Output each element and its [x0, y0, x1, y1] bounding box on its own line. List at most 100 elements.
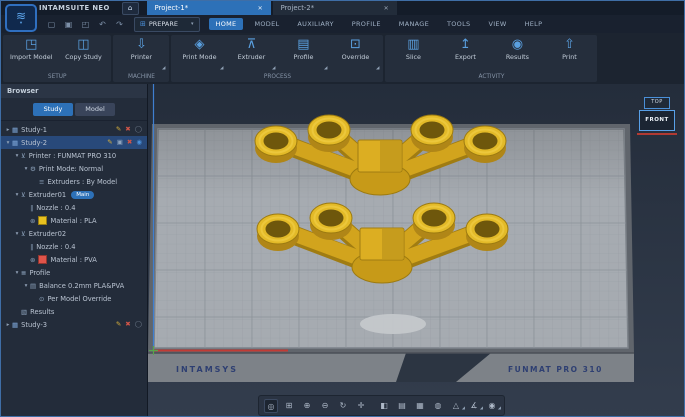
tree-row-profile[interactable]: ▾≣Profile — [1, 266, 147, 279]
home-button[interactable]: ⌂ — [122, 2, 139, 15]
tree-row-balance-0-2mm-pla-pva[interactable]: ▾▤Balance 0.2mm PLA&PVA — [1, 279, 147, 292]
expanded-arrow-icon[interactable]: ▾ — [22, 166, 30, 172]
mode-dropdown[interactable]: ⊞ PREPARE ▾ — [134, 17, 200, 32]
new-file-icon[interactable]: ▢ — [43, 20, 60, 29]
expanded-arrow-icon[interactable]: ▾ — [4, 140, 12, 146]
fit-view-icon[interactable]: ◎ — [264, 399, 278, 413]
tree-row-material-pla[interactable]: ⊛Material : PLA — [1, 214, 147, 227]
menu-item-home[interactable]: HOME — [209, 18, 244, 30]
import-model-button[interactable]: ◳Import Model — [5, 36, 57, 72]
viewport-3d[interactable]: INTAMSYS FUNMAT PRO 310 TOP FRONT — [148, 84, 684, 417]
close-icon[interactable]: ✕ — [258, 5, 263, 12]
tree-row-per-model-override[interactable]: ⊙Per Model Override — [1, 292, 147, 305]
tree-row-results[interactable]: ▧Results — [1, 305, 147, 318]
view-transparent-icon[interactable]: ◍ — [431, 399, 445, 413]
export-button[interactable]: ↥Export — [439, 36, 491, 72]
print-mode-button[interactable]: ◈Print Mode◢ — [173, 36, 225, 72]
view-wireframe-icon[interactable]: ▦ — [413, 399, 427, 413]
open-icon[interactable]: ◰ — [77, 20, 94, 29]
tree-row-print-mode-normal[interactable]: ▾⚙Print Mode: Normal — [1, 162, 147, 175]
menu-item-model[interactable]: MODEL — [247, 18, 286, 30]
trash-icon[interactable]: ✖ — [127, 136, 132, 149]
home-icon: ⌂ — [128, 4, 132, 12]
menu-item-profile[interactable]: PROFILE — [345, 18, 388, 30]
close-icon[interactable]: ✕ — [384, 5, 389, 12]
copy-study-button[interactable]: ◫Copy Study — [57, 36, 109, 72]
tree-row-printer-funmat-pro-310[interactable]: ▾⊻Printer : FUNMAT PRO 310 — [1, 149, 147, 162]
dropdown-caret-icon: ◢ — [462, 401, 465, 415]
slice-button[interactable]: ▥Slice — [387, 36, 439, 72]
tree-row-material-pva[interactable]: ⊛Material : PVA — [1, 253, 147, 266]
tree-row-extruders-by-model[interactable]: ≡Extruders : By Model — [1, 175, 147, 188]
collapsed-arrow-icon[interactable]: ▸ — [4, 322, 12, 328]
pan-view-icon[interactable]: ✛ — [354, 399, 368, 413]
printer-icon: ⇩ — [136, 37, 147, 52]
view-toolbar-group-2: ◧ ▤ ▦ ◍ △◢ ∡◢ ◉◢ — [377, 399, 499, 413]
ribbon-group-label: ACTIVITY — [387, 72, 595, 82]
menu-item-manage[interactable]: MANAGE — [392, 18, 436, 30]
tree-row-study-1[interactable]: ▸▦Study-1✎✖◯ — [1, 123, 147, 136]
redo-icon[interactable]: ↷ — [111, 20, 128, 29]
expanded-arrow-icon[interactable]: ▾ — [22, 283, 30, 289]
menu-item-auxiliary[interactable]: AUXILIARY — [290, 18, 340, 30]
export-icon: ↥ — [460, 37, 471, 52]
project-tab-label: Project-1* — [155, 4, 188, 12]
undo-icon[interactable]: ↶ — [94, 20, 111, 29]
tree-row-study-2[interactable]: ▾▦Study-2✎▣✖◉ — [1, 136, 147, 149]
view-solid-icon[interactable]: ◧ — [377, 399, 391, 413]
override-button[interactable]: ⊡Override◢ — [329, 36, 381, 72]
project-tab-project-1[interactable]: Project-1* ✕ — [147, 1, 271, 15]
expanded-arrow-icon[interactable]: ▾ — [13, 270, 21, 276]
edit-icon[interactable]: ✎ — [116, 318, 121, 331]
view-support-icon[interactable]: △◢ — [449, 399, 463, 413]
tree-row-nozzle-0-4[interactable]: ∥Nozzle : 0.4 — [1, 201, 147, 214]
browser-tab-model[interactable]: Model — [75, 103, 115, 116]
extruder-button[interactable]: ⊼Extruder◢ — [225, 36, 277, 72]
expanded-arrow-icon[interactable]: ▾ — [13, 192, 21, 198]
app-window: ≋ ▾ INTAMSUITE NEO ⌂ Project-1*✕Project-… — [0, 0, 685, 417]
zoom-window-icon[interactable]: ⊞ — [282, 399, 296, 413]
results-button[interactable]: ◉Results — [491, 36, 543, 72]
mode-dropdown-label: PREPARE — [149, 20, 178, 28]
tree-row-nozzle-0-4[interactable]: ∥Nozzle : 0.4 — [1, 240, 147, 253]
save-icon[interactable]: ▣ — [60, 20, 77, 29]
trash-icon[interactable]: ✖ — [125, 123, 130, 136]
edit-icon[interactable]: ✎ — [116, 123, 121, 136]
tree-row-extruder02[interactable]: ▾⊻Extruder02 — [1, 227, 147, 240]
expanded-arrow-icon[interactable]: ▾ — [13, 231, 21, 237]
menu-item-view[interactable]: VIEW — [481, 18, 513, 30]
view-cube-top-face[interactable]: TOP — [644, 97, 670, 109]
tree-row-study-3[interactable]: ▸▦Study-3✎✖◯ — [1, 318, 147, 331]
radio-icon[interactable]: ◯ — [135, 123, 142, 136]
view-cube[interactable]: TOP FRONT — [637, 97, 677, 135]
expanded-arrow-icon[interactable]: ▾ — [13, 153, 21, 159]
zoom-out-icon[interactable]: ⊖ — [318, 399, 332, 413]
project-tab-project-2[interactable]: Project-2*✕ — [273, 1, 397, 15]
view-layers-icon[interactable]: ▤ — [395, 399, 409, 413]
tree-row-label: Extruder02 — [29, 230, 66, 238]
collapsed-arrow-icon[interactable]: ▸ — [4, 127, 12, 133]
tree-row-extruder01[interactable]: ▾⊻Extruder01Main — [1, 188, 147, 201]
extruder-row-icon: ⊻ — [21, 230, 26, 238]
rotate-view-icon[interactable]: ↻ — [336, 399, 350, 413]
menu-item-tools[interactable]: TOOLS — [440, 18, 477, 30]
tree-row-label: Study-2 — [21, 139, 47, 147]
snapshot-icon[interactable]: ◉◢ — [485, 399, 499, 413]
browser-tab-study[interactable]: Study — [33, 103, 73, 116]
trash-icon[interactable]: ✖ — [125, 318, 130, 331]
view-cube-front-face[interactable]: FRONT — [639, 110, 675, 131]
print-button[interactable]: ⇧Print — [543, 36, 595, 72]
ribbon-button-label: Export — [455, 53, 476, 61]
edit-icon[interactable]: ✎ — [107, 136, 112, 149]
duplicate-icon[interactable]: ▣ — [117, 136, 123, 149]
zoom-in-icon[interactable]: ⊕ — [300, 399, 314, 413]
radio-active-icon[interactable]: ◉ — [136, 136, 142, 149]
radio-icon[interactable]: ◯ — [135, 318, 142, 331]
dropdown-caret-icon: ◢ — [480, 401, 483, 415]
profile-button[interactable]: ▤Profile◢ — [277, 36, 329, 72]
dropdown-caret-icon: ◢ — [324, 66, 327, 71]
app-logo[interactable]: ≋ ▾ — [5, 4, 37, 32]
menu-item-help[interactable]: HELP — [518, 18, 550, 30]
printer-button[interactable]: ⇩Printer◢ — [115, 36, 167, 72]
measure-tool-icon[interactable]: ∡◢ — [467, 399, 481, 413]
